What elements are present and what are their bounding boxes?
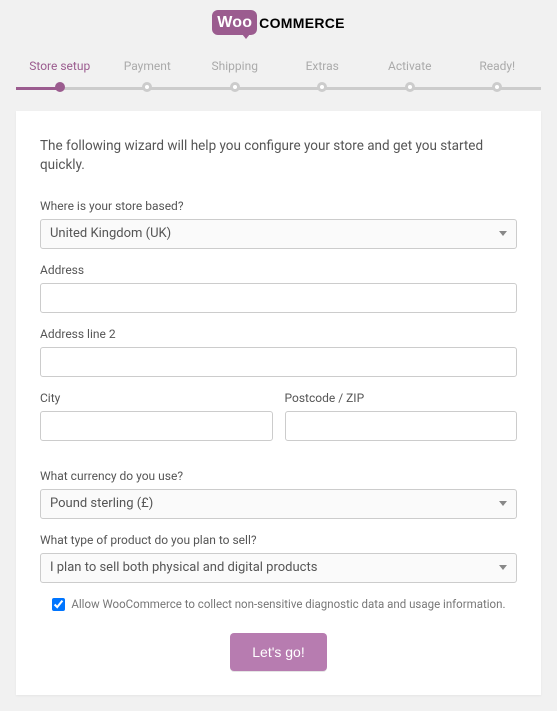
- field-product-type: What type of product do you plan to sell…: [40, 533, 517, 583]
- consent-checkbox[interactable]: [52, 598, 65, 611]
- setup-stepper: Store setup Payment Shipping Extras Acti…: [16, 59, 541, 99]
- product-type-label: What type of product do you plan to sell…: [40, 533, 517, 547]
- woocommerce-logo: Woo COMMERCE: [212, 10, 345, 35]
- consent-row: Allow WooCommerce to collect non-sensiti…: [40, 597, 517, 611]
- chevron-down-icon: [499, 565, 507, 570]
- step-store-setup[interactable]: Store setup: [16, 59, 104, 85]
- product-type-select[interactable]: I plan to sell both physical and digital…: [40, 553, 517, 583]
- field-postcode: Postcode / ZIP: [285, 391, 518, 441]
- field-address: Address: [40, 263, 517, 313]
- intro-text: The following wizard will help you confi…: [40, 137, 517, 175]
- step-dot-icon: [317, 82, 327, 92]
- chevron-down-icon: [499, 231, 507, 236]
- step-label: Ready!: [454, 59, 542, 73]
- step-label: Store setup: [16, 59, 104, 73]
- field-city: City: [40, 391, 273, 441]
- step-dot-icon: [405, 82, 415, 92]
- postcode-label: Postcode / ZIP: [285, 391, 518, 405]
- step-dot-icon: [142, 82, 152, 92]
- step-dot-icon: [230, 82, 240, 92]
- step-activate[interactable]: Activate: [366, 59, 454, 85]
- logo-text-commerce: COMMERCE: [259, 15, 345, 31]
- field-address2: Address line 2: [40, 327, 517, 377]
- address2-input[interactable]: [40, 347, 517, 377]
- step-label: Activate: [366, 59, 454, 73]
- step-extras[interactable]: Extras: [279, 59, 367, 85]
- logo-bubble-icon: Woo: [212, 10, 257, 35]
- address-input[interactable]: [40, 283, 517, 313]
- step-label: Payment: [104, 59, 192, 73]
- setup-card: The following wizard will help you confi…: [16, 111, 541, 695]
- city-label: City: [40, 391, 273, 405]
- select-value: United Kingdom (UK): [50, 226, 171, 241]
- store-location-select[interactable]: United Kingdom (UK): [40, 219, 517, 249]
- address2-label: Address line 2: [40, 327, 517, 341]
- step-shipping[interactable]: Shipping: [191, 59, 279, 85]
- store-location-label: Where is your store based?: [40, 199, 517, 213]
- stepper-track: [16, 87, 541, 90]
- step-dot-icon: [55, 82, 65, 92]
- currency-select[interactable]: Pound sterling (£): [40, 489, 517, 519]
- step-dot-icon: [492, 82, 502, 92]
- address-label: Address: [40, 263, 517, 277]
- field-currency: What currency do you use? Pound sterling…: [40, 469, 517, 519]
- consent-label: Allow WooCommerce to collect non-sensiti…: [71, 597, 505, 611]
- currency-label: What currency do you use?: [40, 469, 517, 483]
- logo-text-woo: Woo: [217, 14, 252, 31]
- field-store-location: Where is your store based? United Kingdo…: [40, 199, 517, 249]
- select-value: I plan to sell both physical and digital…: [50, 560, 317, 575]
- postcode-input[interactable]: [285, 411, 518, 441]
- lets-go-button[interactable]: Let's go!: [230, 633, 327, 671]
- step-label: Shipping: [191, 59, 279, 73]
- city-input[interactable]: [40, 411, 273, 441]
- chevron-down-icon: [499, 501, 507, 506]
- select-value: Pound sterling (£): [50, 496, 153, 511]
- step-label: Extras: [279, 59, 367, 73]
- step-payment[interactable]: Payment: [104, 59, 192, 85]
- step-ready[interactable]: Ready!: [454, 59, 542, 85]
- header-logo-wrap: Woo COMMERCE: [0, 0, 557, 41]
